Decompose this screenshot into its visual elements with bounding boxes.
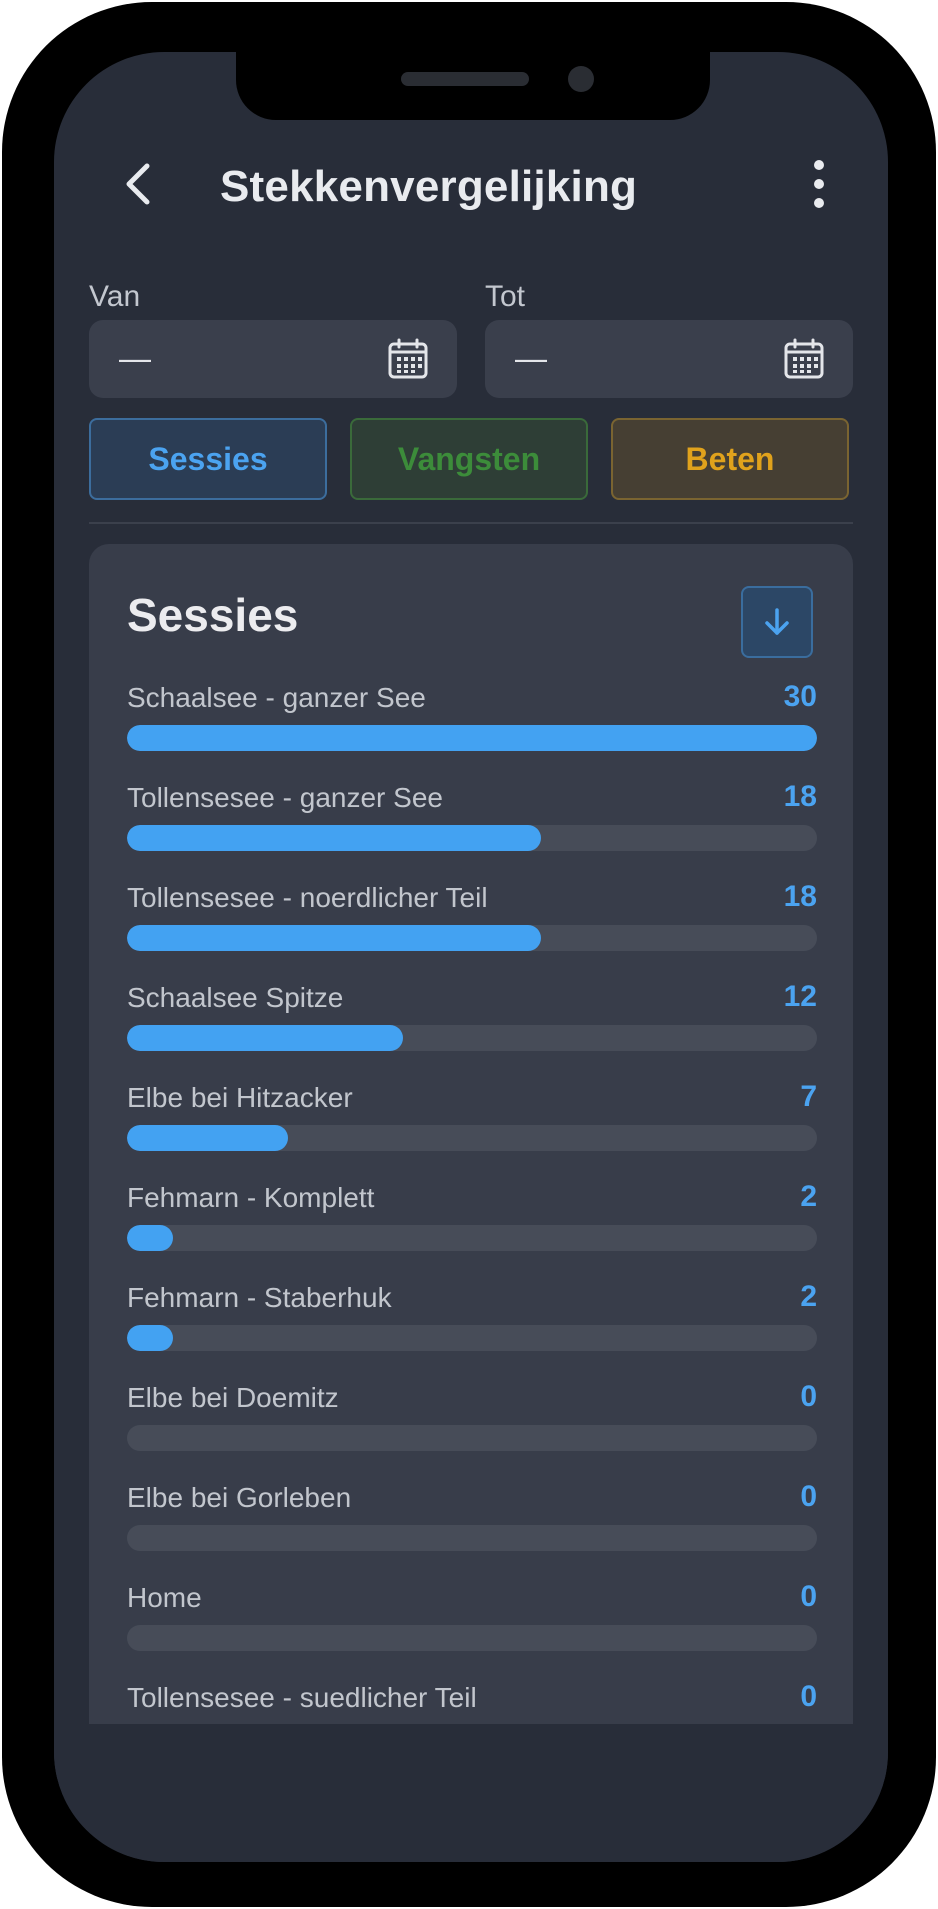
progress-track xyxy=(127,1325,817,1351)
list-item[interactable]: Home 0 xyxy=(127,1580,817,1682)
card-title: Sessies xyxy=(127,589,299,641)
speaker-grille xyxy=(401,72,529,86)
sort-button[interactable] xyxy=(741,586,813,658)
list-item[interactable]: Elbe bei Gorleben 0 xyxy=(127,1480,817,1582)
session-count: 7 xyxy=(800,1080,817,1113)
progress-track xyxy=(127,925,817,951)
back-button[interactable] xyxy=(109,154,169,214)
section-divider xyxy=(89,522,853,524)
progress-track xyxy=(127,1425,817,1451)
from-date-value: — xyxy=(119,340,151,376)
location-name: Fehmarn - Staberhuk xyxy=(127,1282,392,1313)
bar-list: Schaalsee - ganzer See 30 Tollensesee - ga… xyxy=(127,680,817,1774)
location-name: Tollensesee - noerdlicher Teil xyxy=(127,882,488,913)
list-item[interactable]: Fehmarn - Staberhuk 2 xyxy=(127,1280,817,1382)
list-item[interactable]: Schaalsee Spitze 12 xyxy=(127,980,817,1082)
session-count: 30 xyxy=(783,680,817,713)
from-date-field[interactable]: — xyxy=(89,320,457,398)
calendar-icon xyxy=(784,338,824,379)
tab-vangsten[interactable]: Vangsten xyxy=(350,418,588,500)
list-item[interactable]: Elbe bei Doemitz 0 xyxy=(127,1380,817,1482)
location-name: Schaalsee Spitze xyxy=(127,982,344,1013)
session-count: 0 xyxy=(800,1380,817,1413)
progress-fill xyxy=(127,1025,403,1051)
from-label: Van xyxy=(89,280,141,313)
progress-fill xyxy=(127,725,817,751)
page-title: Stekkenvergelijking xyxy=(220,162,638,211)
session-count: 2 xyxy=(800,1180,817,1213)
progress-track xyxy=(127,1225,817,1251)
progress-track xyxy=(127,1125,817,1151)
location-name: Home xyxy=(127,1582,202,1613)
progress-track xyxy=(127,1625,817,1651)
tab-sessies[interactable]: Sessies xyxy=(89,418,327,500)
session-count: 18 xyxy=(783,880,817,913)
app-screen: Stekkenvergelijking Van — Tot — Sessies … xyxy=(54,52,888,1862)
location-name: Elbe bei Hitzacker xyxy=(127,1082,353,1113)
ranking-card: Sessies Schaalsee - ganzer See 30 Tollense… xyxy=(89,544,853,1774)
list-item[interactable]: Tollensesee - ganzer See 18 xyxy=(127,780,817,882)
location-name: Schaalsee - ganzer See xyxy=(127,682,426,713)
progress-fill xyxy=(127,1225,173,1251)
list-item[interactable]: Schaalsee - ganzer See 30 xyxy=(127,680,817,782)
progress-fill xyxy=(127,825,541,851)
session-count: 0 xyxy=(800,1480,817,1513)
progress-fill xyxy=(127,1125,288,1151)
session-count: 18 xyxy=(783,780,817,813)
to-date-field[interactable]: — xyxy=(485,320,853,398)
session-count: 12 xyxy=(783,980,817,1013)
session-count: 0 xyxy=(800,1680,817,1713)
location-name: Elbe bei Gorleben xyxy=(127,1482,352,1513)
more-vertical-icon xyxy=(814,160,824,208)
progress-track xyxy=(127,825,817,851)
list-item[interactable]: Fehmarn - Komplett 2 xyxy=(127,1180,817,1282)
list-item[interactable]: Elbe bei Hitzacker 7 xyxy=(127,1080,817,1182)
overflow-menu-button[interactable] xyxy=(794,154,844,214)
progress-track xyxy=(127,1525,817,1551)
location-name: Elbe bei Doemitz xyxy=(127,1382,339,1413)
to-date-value: — xyxy=(515,340,547,376)
progress-fill xyxy=(127,1325,173,1351)
session-count: 2 xyxy=(800,1280,817,1313)
to-label: Tot xyxy=(485,280,526,313)
location-name: Fehmarn - Komplett xyxy=(127,1182,375,1213)
app-bar: Stekkenvergelijking xyxy=(54,132,888,232)
bottom-safe-area xyxy=(54,1724,888,1862)
session-count: 0 xyxy=(800,1580,817,1613)
calendar-icon xyxy=(388,338,428,379)
progress-track xyxy=(127,725,817,751)
front-camera xyxy=(568,66,594,92)
tab-beten[interactable]: Beten xyxy=(611,418,849,500)
progress-fill xyxy=(127,925,541,951)
arrow-down-icon xyxy=(765,608,789,635)
location-name: Tollensesee - ganzer See xyxy=(127,782,443,813)
progress-track xyxy=(127,1025,817,1051)
chevron-left-icon xyxy=(126,163,150,205)
location-name: Tollensesee - suedlicher Teil xyxy=(127,1682,477,1713)
device-notch xyxy=(236,52,710,120)
phone-frame: Stekkenvergelijking Van — Tot — Sessies … xyxy=(2,2,936,1907)
list-item[interactable]: Tollensesee - noerdlicher Teil 18 xyxy=(127,880,817,982)
